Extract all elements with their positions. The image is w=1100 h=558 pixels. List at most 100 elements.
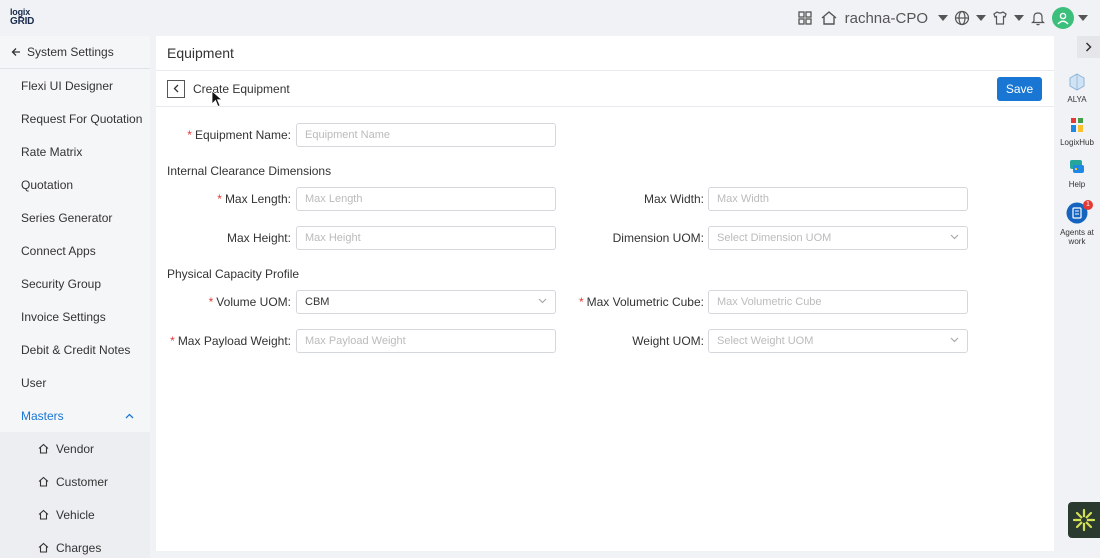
notification-badge: 1 xyxy=(1083,200,1093,210)
sidebar-item-request-for-quotation[interactable]: Request For Quotation xyxy=(0,102,150,135)
bell-icon[interactable] xyxy=(1028,8,1048,28)
max-width-label: Max Width: xyxy=(643,192,704,206)
alya-icon xyxy=(1069,73,1085,91)
sidebar-item-user[interactable]: User xyxy=(0,366,150,399)
main-content: Equipment Create Equipment Save * Equipme… xyxy=(156,36,1054,551)
user-name[interactable]: rachna-CPO xyxy=(845,10,928,27)
rail-item-label: LogixHub xyxy=(1060,138,1094,147)
sidebar-back-header[interactable]: System Settings xyxy=(0,36,150,69)
max-payload-weight-label: * Max Payload Weight: xyxy=(170,334,291,348)
placeholder-text: Select Dimension UOM xyxy=(717,232,832,244)
sidebar-subitem-label: Charges xyxy=(56,540,102,555)
rail-item-logixhub[interactable]: LogixHub xyxy=(1054,116,1100,147)
sidebar-item-label: User xyxy=(21,375,47,390)
sidebar-item-debit-credit-notes[interactable]: Debit & Credit Notes xyxy=(0,333,150,366)
top-right-toolbar: rachna-CPO xyxy=(795,6,1088,30)
max-length-label: * Max Length: xyxy=(217,192,291,206)
required-marker: * xyxy=(217,192,222,206)
sidebar-item-label: Quotation xyxy=(21,177,74,192)
max-height-label: Max Height: xyxy=(226,231,291,245)
logo[interactable]: logix GRID xyxy=(10,8,40,28)
sidebar-item-connect-apps[interactable]: Connect Apps xyxy=(0,234,150,267)
placeholder-text: Max Payload Weight xyxy=(305,335,406,347)
dimension-uom-label: Dimension UOM: xyxy=(612,231,704,245)
home-icon xyxy=(38,443,49,454)
rail-item-label: ALYA xyxy=(1067,95,1087,104)
floating-assistant-widget[interactable] xyxy=(1068,502,1100,538)
sidebar-subitem-charges[interactable]: Charges xyxy=(0,531,150,558)
user-dropdown-icon[interactable] xyxy=(938,15,948,21)
max-volumetric-cube-input[interactable]: Max Volumetric Cube xyxy=(708,290,968,314)
max-length-input[interactable]: Max Length xyxy=(296,187,556,211)
top-bar: logix GRID rachna-CPO xyxy=(0,0,1100,36)
back-button[interactable] xyxy=(167,79,185,98)
home-icon xyxy=(38,509,49,520)
sidebar-item-invoice-settings[interactable]: Invoice Settings xyxy=(0,300,150,333)
arrow-left-icon xyxy=(11,48,20,56)
globe-icon[interactable] xyxy=(952,8,972,28)
max-volumetric-cube-label: * Max Volumetric Cube: xyxy=(578,295,704,309)
chevron-down-icon xyxy=(950,234,959,240)
max-height-input[interactable]: Max Height xyxy=(296,226,556,250)
sidebar-header-label: System Settings xyxy=(27,45,114,59)
shirt-icon[interactable] xyxy=(990,8,1010,28)
sidebar-item-label: Invoice Settings xyxy=(21,309,106,324)
home-icon xyxy=(38,476,49,487)
sidebar-subitem-vendor[interactable]: Vendor xyxy=(0,432,150,465)
sidebar-item-masters[interactable]: Masters xyxy=(0,399,150,432)
chevron-down-icon xyxy=(950,337,959,343)
section-physical-capacity: Physical Capacity Profile xyxy=(167,267,300,281)
right-rail: ALYA LogixHub Help 1 Agents at work xyxy=(1054,36,1100,558)
sidebar-item-security-group[interactable]: Security Group xyxy=(0,267,150,300)
sidebar-item-label: Connect Apps xyxy=(21,243,96,258)
user-avatar-icon[interactable] xyxy=(1052,7,1074,29)
max-width-input[interactable]: Max Width xyxy=(708,187,968,211)
selected-value: CBM xyxy=(305,296,330,308)
dimension-uom-select[interactable]: Select Dimension UOM xyxy=(708,226,968,250)
help-chat-icon xyxy=(1070,160,1084,173)
chevron-left-icon xyxy=(173,84,179,93)
rail-item-agents-at-work[interactable]: 1 Agents at work xyxy=(1054,200,1100,246)
required-marker: * xyxy=(578,295,584,309)
mouse-cursor-icon xyxy=(211,90,223,108)
max-payload-weight-input[interactable]: Max Payload Weight xyxy=(296,329,556,353)
weight-uom-select[interactable]: Select Weight UOM xyxy=(708,329,968,353)
volume-uom-label: * Volume UOM: xyxy=(208,295,291,309)
language-dropdown-icon[interactable] xyxy=(976,15,986,21)
rail-item-label: work xyxy=(1068,237,1086,246)
logixhub-icon xyxy=(1071,118,1083,132)
logo-line2: GRID xyxy=(10,16,35,27)
placeholder-text: Max Volumetric Cube xyxy=(717,296,822,308)
form-title: Create Equipment xyxy=(193,81,290,96)
form-header: Create Equipment Save xyxy=(156,71,1054,107)
sidebar-item-flexi-ui-designer[interactable]: Flexi UI Designer xyxy=(0,69,150,102)
equipment-name-input[interactable]: Equipment Name xyxy=(296,123,556,147)
sidebar: System Settings Flexi UI Designer Reques… xyxy=(0,36,150,558)
home-icon xyxy=(38,542,49,553)
save-button[interactable]: Save xyxy=(997,77,1042,101)
chevron-up-icon xyxy=(125,413,134,418)
rail-item-label: Help xyxy=(1068,180,1086,189)
home-icon[interactable] xyxy=(819,8,839,28)
sidebar-subitem-vehicle[interactable]: Vehicle xyxy=(0,498,150,531)
placeholder-text: Select Weight UOM xyxy=(717,335,814,347)
chevron-down-icon xyxy=(538,298,547,304)
grid-icon[interactable] xyxy=(795,8,815,28)
rail-item-help[interactable]: Help xyxy=(1054,158,1100,189)
required-marker: * xyxy=(208,295,214,309)
rail-toggle-button[interactable] xyxy=(1077,36,1100,58)
sidebar-subitem-label: Customer xyxy=(56,474,109,489)
rail-item-alya[interactable]: ALYA xyxy=(1054,73,1100,104)
sidebar-item-rate-matrix[interactable]: Rate Matrix xyxy=(0,135,150,168)
theme-dropdown-icon[interactable] xyxy=(1014,15,1024,21)
rail-item-label: Agents at xyxy=(1060,228,1094,237)
chevron-right-icon xyxy=(1085,42,1092,52)
sidebar-item-series-generator[interactable]: Series Generator xyxy=(0,201,150,234)
sidebar-item-label: Flexi UI Designer xyxy=(21,78,114,93)
sidebar-subitem-customer[interactable]: Customer xyxy=(0,465,150,498)
equipment-name-label: * Equipment Name: xyxy=(187,128,291,142)
sidebar-item-quotation[interactable]: Quotation xyxy=(0,168,150,201)
avatar-dropdown-icon[interactable] xyxy=(1078,15,1088,21)
sidebar-item-label: Security Group xyxy=(21,276,102,291)
volume-uom-select[interactable]: CBM xyxy=(296,290,556,314)
